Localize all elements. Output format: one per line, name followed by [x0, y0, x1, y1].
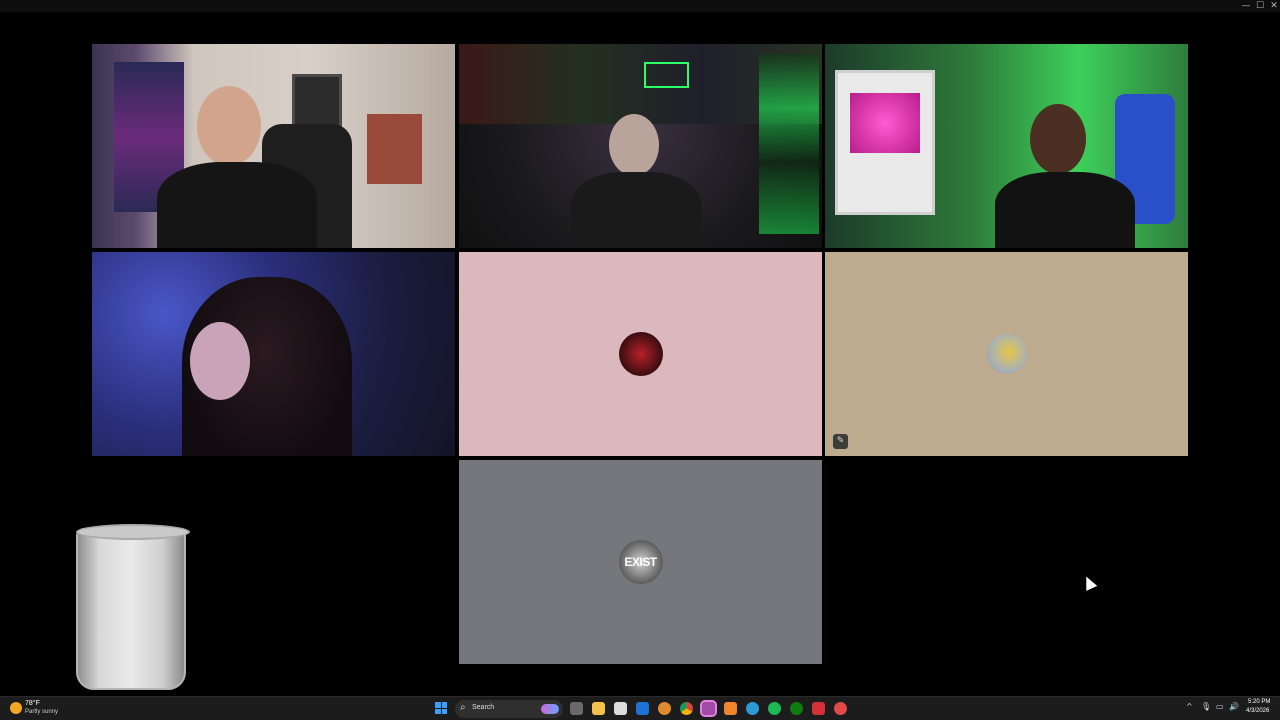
- streaming-app-icon[interactable]: [700, 700, 717, 717]
- file-explorer-icon[interactable]: [592, 702, 605, 715]
- video-feed: [92, 252, 455, 456]
- person-head: [197, 86, 261, 166]
- wall-frame: [292, 74, 342, 129]
- microphone-icon[interactable]: 🎙: [1201, 702, 1211, 711]
- participant-avatar: [618, 332, 663, 376]
- minimize-button[interactable]: —: [1239, 0, 1253, 12]
- maximize-button[interactable]: ☐: [1253, 0, 1267, 12]
- app-amber-icon[interactable]: [724, 702, 737, 715]
- mouse-cursor: [1080, 574, 1098, 591]
- spotify-icon[interactable]: [768, 702, 781, 715]
- neon-sign: [644, 62, 689, 88]
- search-icon: ⌕: [460, 702, 466, 713]
- participant-video-tile-2[interactable]: [459, 44, 822, 248]
- participant-video-tile-4[interactable]: [92, 252, 455, 456]
- edge-icon[interactable]: [746, 702, 759, 715]
- weather-temperature[interactable]: 78°F: [25, 700, 40, 707]
- paperclip-icon[interactable]: ✎: [833, 434, 848, 449]
- title-bar: — ☐ ✕: [0, 0, 1280, 12]
- clock-date[interactable]: 4/3/2026: [1246, 708, 1269, 714]
- app-orange-icon[interactable]: [658, 702, 671, 715]
- video-call-window: — ☐ ✕ ✎ EXIST 78°F Partly sunny ⌕ Search…: [0, 0, 1280, 720]
- video-feed: [459, 44, 822, 248]
- person-body: [157, 162, 317, 248]
- search-highlight-icon: [541, 704, 559, 714]
- taskbar-search[interactable]: ⌕ Search: [455, 700, 563, 718]
- weather-condition[interactable]: Partly sunny: [25, 709, 58, 715]
- pc-case: [835, 70, 935, 215]
- person-head: [609, 114, 659, 176]
- participant-avatar-tile-6[interactable]: ✎: [825, 252, 1188, 456]
- person-head: [190, 322, 250, 400]
- taskbar: 78°F Partly sunny ⌕ Search ^ 🎙 ▭ 🔊 5:20 …: [0, 696, 1280, 720]
- participant-avatar: EXIST: [618, 540, 663, 584]
- participant-video-tile-1[interactable]: [92, 44, 455, 248]
- video-feed: [92, 44, 455, 248]
- chrome-icon[interactable]: [680, 702, 693, 715]
- drinking-glass-overlay: [76, 524, 190, 690]
- person-body: [995, 172, 1135, 248]
- search-placeholder: Search: [472, 704, 495, 711]
- pc-rgb: [850, 93, 920, 153]
- green-lights: [759, 54, 819, 234]
- clock-time[interactable]: 5:20 PM: [1248, 699, 1270, 705]
- participant-avatar: [986, 334, 1027, 374]
- notes-icon[interactable]: [614, 702, 627, 715]
- participant-avatar-tile-5[interactable]: [459, 252, 822, 456]
- sun-icon[interactable]: [10, 702, 22, 714]
- xbox-icon[interactable]: [790, 702, 803, 715]
- windows-start-icon[interactable]: [435, 702, 447, 714]
- volume-icon[interactable]: 🔊: [1229, 702, 1239, 711]
- network-icon[interactable]: ▭: [1216, 702, 1224, 711]
- tray-chevron-icon[interactable]: ^: [1186, 702, 1193, 711]
- wall-poster: [367, 114, 422, 184]
- app-red-icon[interactable]: [812, 702, 825, 715]
- app-target-icon[interactable]: [834, 702, 847, 715]
- participant-video-tile-3[interactable]: [825, 44, 1188, 248]
- outlook-icon[interactable]: [636, 702, 649, 715]
- person-head: [1030, 104, 1086, 174]
- task-view-icon[interactable]: [570, 702, 583, 715]
- close-button[interactable]: ✕: [1267, 0, 1280, 12]
- video-feed: [825, 44, 1188, 248]
- person-body: [571, 172, 701, 248]
- participant-avatar-tile-7[interactable]: EXIST: [459, 460, 822, 664]
